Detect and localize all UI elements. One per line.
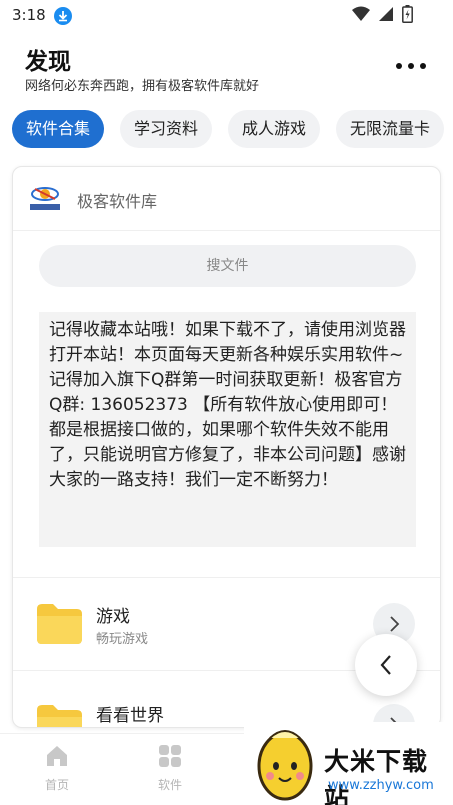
tab-software-collection[interactable]: 软件合集: [12, 110, 105, 148]
tab-study-materials[interactable]: 学习资料: [120, 110, 213, 148]
category-tabs: 软件合集 学习资料 成人游戏 无限流量卡: [12, 110, 453, 148]
wifi-icon: [352, 6, 370, 26]
status-bar: 3:18: [0, 0, 453, 32]
geek-software-logo-icon: [27, 183, 63, 213]
site-name: 极客软件库: [77, 192, 158, 211]
rice-mascot-logo-icon: [248, 724, 322, 805]
folder-icon: [37, 705, 82, 727]
card-header: 极客软件库: [13, 167, 440, 231]
category-subtitle: 畅玩游戏: [96, 632, 149, 647]
battery-icon: [402, 5, 413, 27]
more-dot-icon: [408, 63, 414, 69]
nav-home-label: 首页: [44, 778, 69, 792]
folder-icon: [37, 604, 82, 644]
status-icons: [352, 5, 413, 27]
home-icon: [45, 746, 69, 772]
signal-icon: [378, 6, 394, 26]
apps-grid-icon: [158, 745, 182, 772]
search-input[interactable]: 搜文件: [39, 245, 416, 287]
watermark: 大米下载站 www.zzhyw.com: [244, 722, 453, 805]
category-title: 游戏: [96, 607, 130, 627]
nav-software[interactable]: 软件: [140, 744, 200, 793]
chevron-right-icon: [390, 616, 400, 632]
nav-software-label: 软件: [157, 778, 182, 792]
page-subtitle: 网络何必东奔西跑，拥有极客软件库就好: [25, 79, 260, 94]
tab-adult-games[interactable]: 成人游戏: [228, 110, 321, 148]
back-button[interactable]: [355, 634, 417, 696]
notice-text: 记得收藏本站哦！如果下载不了，请使用浏览器打开本站！本页面每天更新各种娱乐实用软…: [39, 312, 416, 547]
watermark-url: www.zzhyw.com: [328, 778, 434, 793]
nav-home[interactable]: 首页: [27, 744, 87, 793]
download-notification-icon: [54, 7, 72, 25]
page-title: 发现: [25, 49, 71, 75]
chevron-left-icon: [380, 655, 391, 675]
watermark-title: 大米下载站: [324, 747, 429, 805]
status-time: 3:18: [12, 6, 46, 24]
tab-unlimited-data-card[interactable]: 无限流量卡: [336, 110, 445, 148]
more-dot-icon: [396, 63, 402, 69]
category-title: 看看世界: [96, 706, 164, 726]
more-dot-icon: [420, 63, 426, 69]
more-options-button[interactable]: [396, 58, 426, 74]
